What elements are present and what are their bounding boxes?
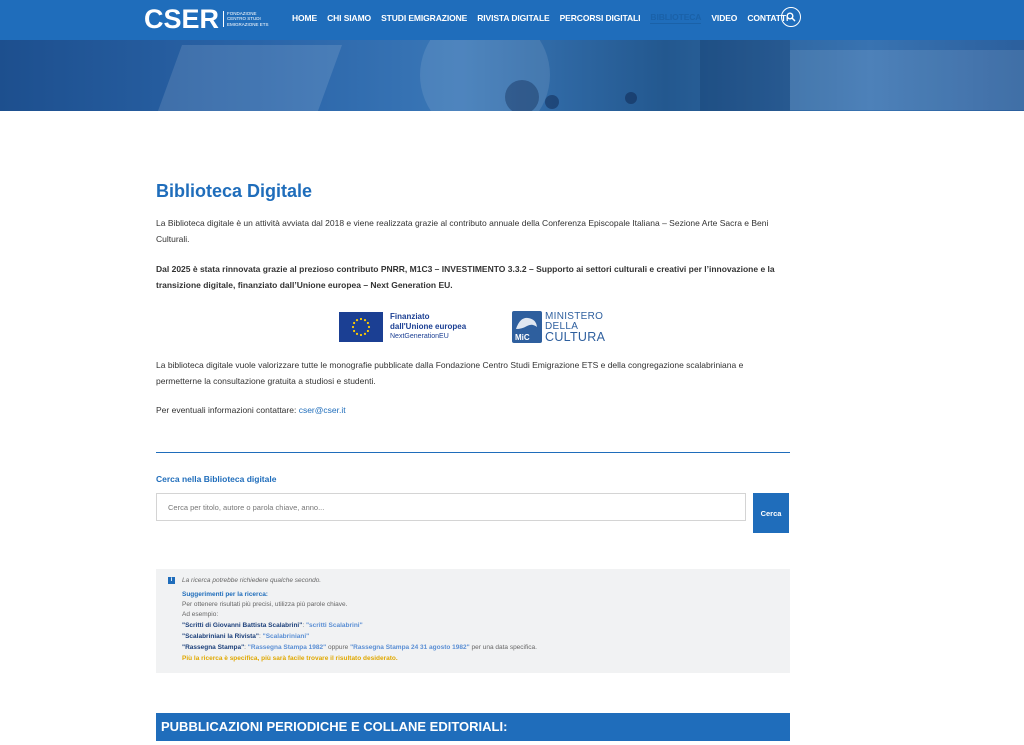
search-button[interactable]: Cerca [753, 493, 789, 533]
eu-logo-line: NextGenerationEU [390, 333, 449, 340]
intro-paragraph: La Biblioteca digitale è un attività avv… [156, 218, 769, 244]
eu-logo-line: dall'Unione europea [390, 322, 467, 331]
info-final-tip: Più la ricerca è specifica, più sarà fac… [182, 655, 398, 662]
info-example: "Scalabriniani la Rivista": "Scalabrinia… [182, 632, 309, 641]
example-value: "scritti Scalabrini" [305, 622, 363, 629]
example-label: "Rassegna Stampa" [182, 644, 245, 651]
info-note: La ricerca potrebbe richiedere qualche s… [182, 577, 322, 584]
logo-subtitle-line: Centro Studi [227, 16, 261, 22]
site-header: CSER Fondazione Centro Studi Emigrazione… [0, 0, 1024, 40]
nav-item-home[interactable]: HOME [292, 13, 317, 23]
hero-decoration [157, 45, 343, 111]
example-value: "Rassegna Stampa 24 31 agosto 1982" [350, 644, 470, 651]
ministry-culture-logo: MiC MINISTERO DELLA CULTURA [512, 310, 605, 344]
info-example: "Scritti di Giovanni Battista Scalabrini… [182, 621, 363, 630]
contact-text: Per eventuali informazioni contattare: [156, 405, 299, 415]
publications-heading: PUBBLICAZIONI PERIODICHE E COLLANE EDITO… [156, 713, 790, 741]
nav-item-percorsi-digitali[interactable]: PERCORSI DIGITALI [560, 13, 641, 23]
search-info-box: i La ricerca potrebbe richiedere qualche… [156, 569, 790, 673]
mic-mark-text: MiC [515, 333, 530, 342]
nav-item-rivista-digitale[interactable]: RIVISTA DIGITALE [477, 13, 549, 23]
info-example: "Rassegna Stampa": "Rassegna Stampa 1982… [182, 643, 537, 652]
example-connector: oppure [326, 644, 351, 651]
mic-mark-icon: MiC [512, 311, 542, 343]
nav-item-studi-emigrazione[interactable]: STUDI EMIGRAZIONE [381, 13, 467, 23]
page-title: Biblioteca Digitale [156, 181, 313, 201]
eu-logo-line: Finanziato [390, 312, 430, 321]
funding-paragraph: Dal 2025 è stata rinnovata grazie al pre… [156, 261, 790, 293]
mic-emblem-icon: MiC [515, 317, 537, 342]
hero-banner [0, 40, 1024, 111]
nav-item-video[interactable]: VIDEO [711, 13, 737, 23]
hero-decoration [545, 95, 559, 109]
hero-decoration [625, 92, 637, 104]
purpose-paragraph: La biblioteca digitale vuole valorizzare… [156, 360, 744, 386]
site-logo[interactable]: CSER Fondazione Centro Studi Emigrazione… [144, 3, 277, 35]
info-example-label: Ad esempio: [182, 611, 219, 618]
info-heading: Suggerimenti per la ricerca: [182, 591, 268, 598]
contact-email-link[interactable]: cser@cser.it [299, 405, 346, 415]
contact-paragraph: Per eventuali informazioni contattare: c… [156, 402, 790, 418]
eu-stars-icon [351, 317, 371, 337]
search-icon [786, 12, 796, 22]
section-divider [156, 452, 790, 453]
example-suffix: per una data specifica. [469, 644, 537, 651]
eu-logo-text: Finanziato dall'Unione europea NextGener… [390, 312, 466, 342]
main-nav: HOME CHI SIAMO STUDI EMIGRAZIONE RIVISTA… [292, 0, 798, 36]
logo-subtitle-line: Emigrazione ETS [227, 21, 269, 27]
example-label: "Scalabriniani la Rivista" [182, 633, 259, 640]
search-label: Cerca nella Biblioteca digitale [156, 474, 277, 484]
example-label: "Scritti di Giovanni Battista Scalabrini… [182, 622, 303, 629]
logo-wordmark: CSER [144, 4, 220, 34]
funding-text: Dal 2025 è stata rinnovata grazie al pre… [156, 264, 775, 290]
eu-flag-icon [339, 312, 383, 342]
search-input[interactable] [156, 493, 746, 521]
logo-subtitle-line: Fondazione [227, 10, 257, 16]
eu-funding-logo: Finanziato dall'Unione europea NextGener… [339, 311, 466, 343]
info-icon: i [168, 577, 175, 584]
example-value: "Scalabriniani" [262, 633, 310, 640]
hero-decoration [505, 80, 539, 111]
nav-item-chi-siamo[interactable]: CHI SIAMO [327, 13, 371, 23]
info-tip: Per ottenere risultati più precisi, util… [182, 601, 348, 608]
hero-decoration [790, 50, 1024, 110]
mic-logo-text: MINISTERO DELLA CULTURA [545, 312, 606, 344]
example-value: "Rassegna Stampa 1982" [247, 644, 327, 651]
logo-subtitle: Fondazione Centro Studi Emigrazione ETS [223, 10, 277, 28]
nav-item-biblioteca[interactable]: BIBLIOTECA [650, 12, 701, 24]
hero-decoration [700, 40, 790, 111]
mic-logo-line: CULTURA [545, 330, 606, 344]
header-search-button[interactable] [781, 7, 801, 27]
